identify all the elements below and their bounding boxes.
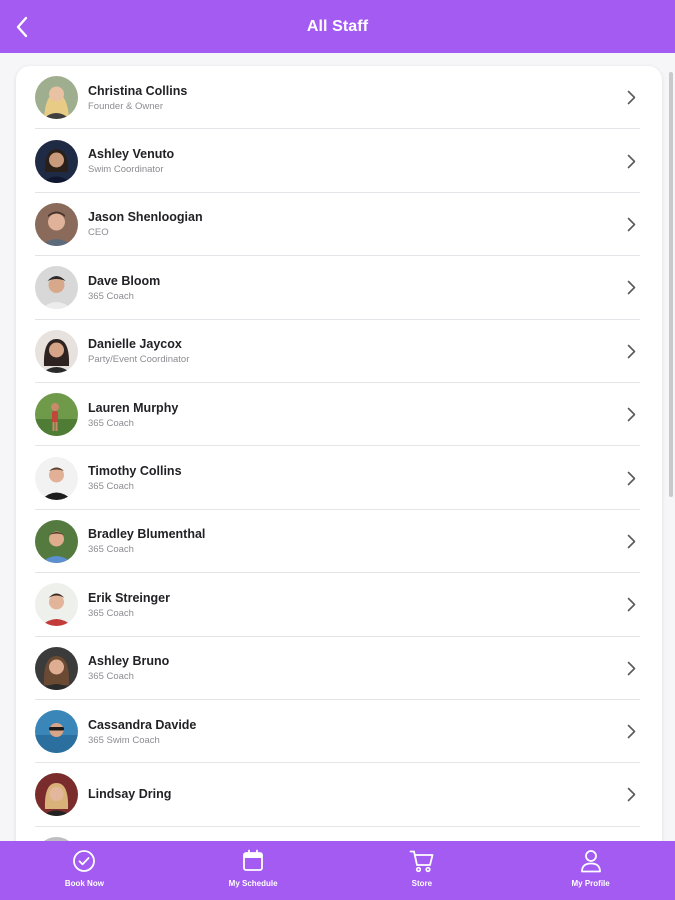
staff-role: Swim Coordinator [88,164,164,176]
chevron-right-icon [624,216,638,232]
staff-row[interactable]: Dave Bloom 365 Coach [16,256,662,320]
staff-role: 365 Coach [88,671,134,683]
user-icon [580,849,602,873]
nav-label: My Schedule [228,879,278,888]
avatar [35,773,78,817]
staff-row[interactable]: Erik Streinger 365 Coach [16,573,662,637]
staff-row[interactable]: Danielle Jaycox Party/Event Coordinator [16,320,662,384]
staff-row[interactable]: Lauren Murphy 365 Coach [16,383,662,447]
staff-name: Christina Collins [88,83,188,98]
chevron-right-icon [624,597,638,613]
calendar-icon [242,849,264,873]
app-header: All Staff [0,0,675,53]
cart-icon [409,849,435,873]
avatar [35,456,78,500]
staff-row[interactable]: Jason Shenloogian CEO [16,193,662,257]
staff-role: 365 Coach [88,607,134,619]
chevron-right-icon [624,153,638,169]
staff-role: 365 Coach [88,481,134,493]
staff-role: 365 Coach [88,290,134,302]
nav-my-schedule[interactable]: My Schedule [169,841,338,900]
staff-row[interactable]: Cassandra Davide 365 Swim Coach [16,700,662,764]
staff-role: Party/Event Coordinator [88,354,190,366]
chevron-right-icon [624,533,638,549]
avatar [35,266,78,310]
staff-name: Jason Shenloogian [88,210,203,225]
nav-store[interactable]: Store [338,841,507,900]
back-button[interactable] [8,12,36,42]
staff-role: Founder & Owner [88,100,163,112]
staff-list: Christina Collins Founder & Owner Ashley… [16,66,662,856]
staff-name: Ashley Bruno [88,654,170,669]
chevron-right-icon [624,660,638,676]
staff-row[interactable]: Lindsay Dring [16,763,662,828]
nav-my-profile[interactable]: My Profile [506,841,675,900]
avatar [35,710,78,754]
chevron-right-icon [624,280,638,296]
avatar [35,329,78,373]
staff-name: Lauren Murphy [88,400,179,415]
staff-row[interactable]: Ashley Bruno 365 Coach [16,637,662,701]
chevron-right-icon [624,787,638,803]
chevron-right-icon [624,90,638,106]
avatar [35,519,78,563]
avatar [35,76,78,120]
app-screen: All Staff Christina Collins Founder & Ow… [0,0,675,900]
staff-row[interactable]: Timothy Collins 365 Coach [16,446,662,511]
nav-label: Store [411,879,433,888]
avatar [35,646,78,690]
chevron-right-icon [624,343,638,359]
scrollbar-thumb[interactable] [669,72,673,497]
check-circle-icon [72,849,96,873]
avatar [35,202,78,246]
staff-row[interactable]: Ashley Venuto Swim Coordinator [16,129,662,194]
avatar [35,139,78,183]
staff-role: CEO [88,227,109,239]
avatar [35,583,78,627]
staff-name: Danielle Jaycox [88,337,182,352]
staff-name: Cassandra Davide [88,717,197,732]
staff-name: Lindsay Dring [88,787,172,802]
staff-row[interactable]: Christina Collins Founder & Owner [16,66,662,130]
staff-role: 365 Coach [88,417,134,429]
chevron-right-icon [624,470,638,486]
chevron-left-icon [16,16,28,38]
staff-name: Bradley Blumenthal [88,527,206,542]
chevron-right-icon [624,407,638,423]
staff-name: Timothy Collins [88,464,182,479]
avatar [35,393,78,437]
scrollbar[interactable] [669,72,673,497]
staff-name: Erik Streinger [88,590,170,605]
nav-book-now[interactable]: Book Now [0,841,169,900]
staff-role: 365 Coach [88,544,134,556]
staff-name: Ashley Venuto [88,147,175,162]
nav-label: My Profile [571,879,610,888]
staff-row[interactable]: Bradley Blumenthal 365 Coach [16,510,662,574]
chevron-right-icon [624,724,638,740]
bottom-nav: Book Now My Schedule Store My Profile [0,841,675,900]
staff-role: 365 Swim Coach [88,734,160,746]
staff-name: Dave Bloom [88,273,161,288]
staff-list-card: Christina Collins Founder & Owner Ashley… [16,66,662,856]
nav-label: Book Now [64,879,104,888]
page-title: All Staff [306,17,369,35]
